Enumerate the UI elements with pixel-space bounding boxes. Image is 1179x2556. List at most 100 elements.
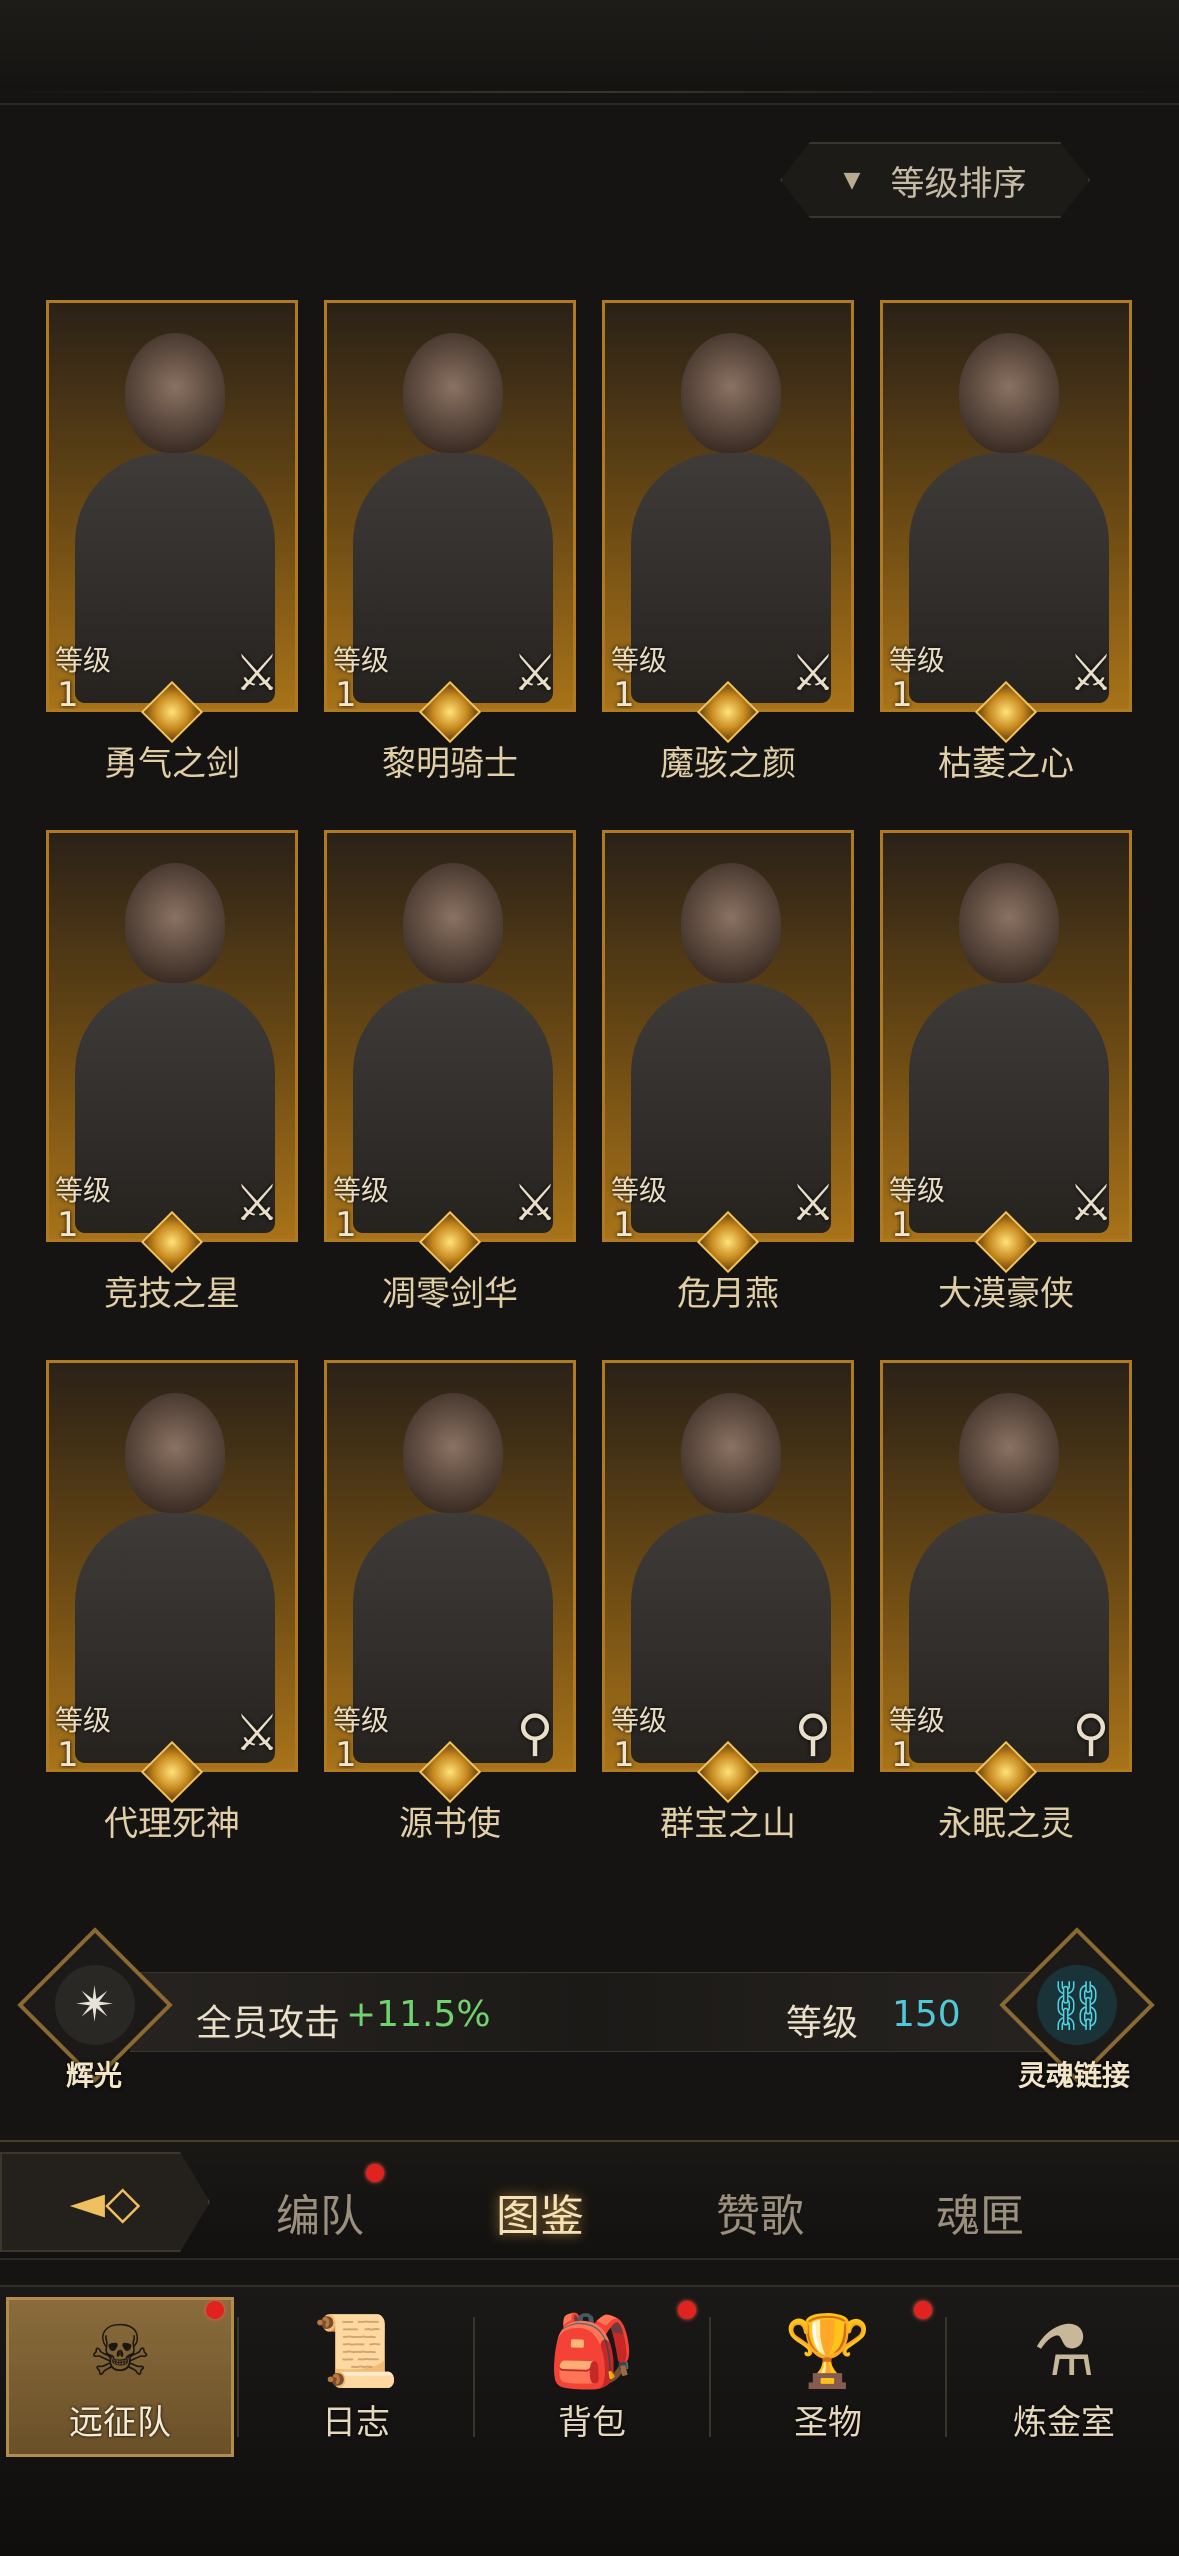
sword-icon: ⚔ xyxy=(790,1174,836,1232)
hero-card[interactable]: 等级 1 ⚔ 大漠豪侠 xyxy=(880,830,1132,1314)
hero-portrait: 等级 1 ⚔ xyxy=(46,300,298,712)
hero-portrait: 等级 1 ⚔ xyxy=(880,300,1132,712)
nav-label: 圣物 xyxy=(794,2402,862,2443)
hero-card[interactable]: 等级 1 ⚲ 群宝之山 xyxy=(602,1360,854,1844)
sword-icon: ⚔ xyxy=(234,1174,280,1232)
back-button[interactable]: ◄◇ xyxy=(0,2152,210,2252)
portrait-head xyxy=(681,333,781,453)
level-value: 1 xyxy=(335,675,357,712)
hero-card[interactable]: 等级 1 ⚲ 永眠之灵 xyxy=(880,1360,1132,1844)
hero-name: 凋零剑华 xyxy=(382,1274,518,1314)
level-label: 等级 xyxy=(611,1174,668,1207)
nav-item-4[interactable]: ⚗ 炼金室 xyxy=(950,2297,1178,2457)
hero-portrait: 等级 1 ⚔ xyxy=(880,830,1132,1242)
level-value: 1 xyxy=(57,1205,79,1242)
nav-label: 背包 xyxy=(558,2402,626,2443)
hero-name: 永眠之灵 xyxy=(938,1804,1074,1844)
soul-link-label: 灵魂链接 xyxy=(1018,2059,1131,2092)
hero-card[interactable]: 等级 1 ⚔ 凋零剑华 xyxy=(324,830,576,1314)
sword-icon: ⚔ xyxy=(234,1704,280,1762)
hero-portrait: 等级 1 ⚔ xyxy=(602,300,854,712)
link-level-value: 150 xyxy=(892,1994,961,2035)
nav-item-0[interactable]: ☠ 远征队 xyxy=(6,2297,234,2457)
stat-label: 全员攻击 xyxy=(196,2003,341,2044)
dropdown-triangle-icon: ▼ xyxy=(843,167,861,193)
level-value: 1 xyxy=(891,675,913,712)
sword-icon: ⚔ xyxy=(234,644,280,702)
hero-portrait: 等级 1 ⚔ xyxy=(46,830,298,1242)
hero-portrait: 等级 1 ⚔ xyxy=(324,830,576,1242)
level-label: 等级 xyxy=(611,1704,668,1737)
sort-button[interactable]: ▼ 等级排序 xyxy=(780,142,1090,218)
tab-codex[interactable]: 图鉴 xyxy=(496,2180,584,2244)
level-value: 1 xyxy=(57,675,79,712)
nav-divider xyxy=(473,2317,475,2437)
hero-card[interactable]: 等级 1 ⚔ 魔骇之颜 xyxy=(602,300,854,784)
bag-icon: 🎒 xyxy=(548,2309,636,2392)
level-label: 等级 xyxy=(333,644,390,677)
hero-name: 魔骇之颜 xyxy=(660,744,796,784)
level-label: 等级 xyxy=(333,1174,390,1207)
level-label: 等级 xyxy=(889,1704,946,1737)
sword-icon: ⚔ xyxy=(512,644,558,702)
level-label: 等级 xyxy=(889,1174,946,1207)
nav-item-2[interactable]: 🎒 背包 xyxy=(478,2297,706,2457)
hero-card[interactable]: 等级 1 ⚔ 危月燕 xyxy=(602,830,854,1314)
sword-icon: ⚔ xyxy=(512,1174,558,1232)
top-bar xyxy=(0,0,1179,105)
hero-portrait: 等级 1 ⚲ xyxy=(602,1360,854,1772)
nav-badge xyxy=(678,2301,696,2319)
hero-portrait: 等级 1 ⚲ xyxy=(880,1360,1132,1772)
level-label: 等级 xyxy=(55,1704,112,1737)
portrait-head xyxy=(403,863,503,983)
level-label: 等级 xyxy=(55,1174,112,1207)
nav-divider xyxy=(709,2317,711,2437)
portrait-head xyxy=(681,863,781,983)
level-value: 1 xyxy=(335,1735,357,1772)
hero-name: 群宝之山 xyxy=(660,1804,796,1844)
nav-label: 远征队 xyxy=(69,2402,171,2443)
alchemy-icon: ⚗ xyxy=(1032,2309,1096,2392)
hero-portrait: 等级 1 ⚔ xyxy=(324,300,576,712)
hero-card[interactable]: 等级 1 ⚔ 勇气之剑 xyxy=(46,300,298,784)
nav-badge xyxy=(914,2301,932,2319)
tab-formation[interactable]: 编队 xyxy=(276,2180,364,2244)
hero-name: 竞技之星 xyxy=(104,1274,240,1314)
hero-card[interactable]: 等级 1 ⚔ 枯萎之心 xyxy=(880,300,1132,784)
hero-name: 代理死神 xyxy=(104,1804,240,1844)
portrait-head xyxy=(959,1393,1059,1513)
sub-tab-row: ◄◇ 编队 图鉴 赞歌 魂匣 xyxy=(0,2140,1179,2260)
bottom-nav: ☠ 远征队 📜 日志 🎒 背包 🏆 圣物 ⚗ 炼金室 xyxy=(0,2285,1179,2556)
nav-item-3[interactable]: 🏆 圣物 xyxy=(714,2297,942,2457)
level-label: 等级 xyxy=(889,644,946,677)
hero-card[interactable]: 等级 1 ⚔ 代理死神 xyxy=(46,1360,298,1844)
level-label: 等级 xyxy=(611,644,668,677)
portrait-head xyxy=(125,863,225,983)
level-value: 1 xyxy=(335,1205,357,1242)
tab-formation-badge xyxy=(366,2164,384,2182)
tab-hymn[interactable]: 赞歌 xyxy=(716,2180,804,2244)
hero-card[interactable]: 等级 1 ⚔ 竞技之星 xyxy=(46,830,298,1314)
cut-off-row xyxy=(0,222,1179,252)
hero-card[interactable]: 等级 1 ⚔ 黎明骑士 xyxy=(324,300,576,784)
portrait-head xyxy=(681,1393,781,1513)
bonus-bar: ✴ 辉光 全员攻击 +11.5% 等级 150 ⛓ 灵魂链接 xyxy=(0,1927,1179,2100)
stat-value: +11.5% xyxy=(346,1994,491,2035)
nav-item-1[interactable]: 📜 日志 xyxy=(242,2297,470,2457)
level-value: 1 xyxy=(891,1735,913,1772)
link-level-label: 等级 xyxy=(786,2003,859,2044)
staff-icon: ⚲ xyxy=(1072,1704,1110,1762)
portrait-head xyxy=(403,333,503,453)
hero-name: 危月燕 xyxy=(677,1274,779,1314)
hero-name: 源书使 xyxy=(399,1804,501,1844)
level-value: 1 xyxy=(57,1735,79,1772)
hero-card[interactable]: 等级 1 ⚲ 源书使 xyxy=(324,1360,576,1844)
hero-name: 大漠豪侠 xyxy=(938,1274,1074,1314)
portrait-head xyxy=(125,333,225,453)
level-value: 1 xyxy=(891,1205,913,1242)
tab-soul-box[interactable]: 魂匣 xyxy=(936,2180,1024,2244)
staff-icon: ⚲ xyxy=(794,1704,832,1762)
portrait-head xyxy=(125,1393,225,1513)
chain-link-icon: ⛓ xyxy=(1037,1965,1117,2045)
portrait-head xyxy=(959,863,1059,983)
